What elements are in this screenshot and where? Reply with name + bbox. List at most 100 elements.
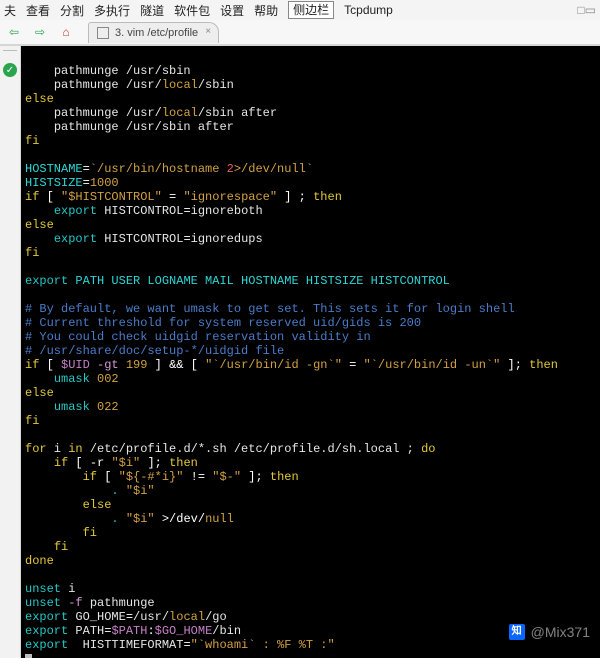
code-seg: 022 [90, 400, 119, 414]
code-seg: ignoreboth [191, 204, 263, 218]
app-menubar: 夫 查看 分割 多执行 隧道 软件包 设置 帮助 侧边栏 Tcpdump □▭ [0, 0, 600, 20]
code-seg: /usr/ [133, 610, 169, 624]
code-line: else [25, 92, 54, 106]
code-seg: "`/usr/bin/id -un`" [364, 358, 501, 372]
code-seg: [ [39, 358, 61, 372]
code-comment: # By default, we want umask to get set. … [25, 302, 515, 316]
menu-item[interactable]: 多执行 [94, 2, 130, 19]
code-line: export [25, 610, 68, 624]
menu-item[interactable]: 夫 [4, 2, 16, 19]
code-line: if [83, 470, 97, 484]
code-seg: `/usr/bin/hostname [90, 162, 227, 176]
code-seg: [ [97, 470, 119, 484]
code-seg: local [169, 610, 205, 624]
code-seg: /sbin after [198, 106, 277, 120]
code-seg: "$i" [126, 512, 155, 526]
code-seg: [ [39, 190, 61, 204]
code-seg: ] ; [277, 190, 313, 204]
code-seg: = [162, 190, 184, 204]
code-seg: -f [61, 596, 83, 610]
code-seg: 1000 [90, 176, 119, 190]
code-line: fi [25, 246, 39, 260]
code-seg: : [147, 624, 154, 638]
code-seg: [ [183, 358, 205, 372]
code-line: pathmunge /usr/sbin [54, 64, 191, 78]
code-seg: "$i" [111, 456, 140, 470]
close-icon[interactable]: × [202, 26, 214, 38]
restore-icon[interactable]: □▭ [577, 3, 596, 17]
code-seg: $UID [61, 358, 90, 372]
menu-item[interactable]: 查看 [26, 2, 50, 19]
zhihu-logo-icon: 知 [509, 624, 525, 640]
code-seg: ] [147, 358, 169, 372]
tab-vim-profile[interactable]: 3. vim /etc/profile × [88, 22, 219, 43]
code-line: pathmunge /usr/ [54, 106, 162, 120]
status-ok-icon: ✓ [3, 63, 17, 77]
code-line: export [54, 232, 97, 246]
code-seg: $GO_HOME [155, 624, 213, 638]
code-line: else [25, 386, 54, 400]
home-icon[interactable]: ⌂ [56, 22, 76, 42]
code-comment: # You could check uidgid reservation val… [25, 330, 371, 344]
watermark-text: @Mix371 [531, 625, 590, 639]
code-seg: >/dev/null` [234, 162, 313, 176]
code-seg: -gt [90, 358, 126, 372]
code-line: . [111, 512, 125, 526]
terminal-editor[interactable]: pathmunge /usr/sbin pathmunge /usr/local… [21, 46, 600, 658]
menu-item-sidebar[interactable]: 侧边栏 [288, 1, 334, 19]
code-seg: i [47, 442, 69, 456]
code-seg: local [162, 78, 198, 92]
menu-item[interactable]: 软件包 [174, 2, 210, 19]
code-line: umask [54, 372, 90, 386]
code-line: if [54, 456, 68, 470]
code-seg: ]; [241, 470, 270, 484]
menu-item[interactable]: 分割 [60, 2, 84, 19]
code-seg: = [83, 162, 90, 176]
code-seg: PATH [68, 624, 104, 638]
code-line: else [25, 218, 54, 232]
code-line: fi [25, 134, 39, 148]
code-seg: then [529, 358, 558, 372]
code-seg: = [183, 204, 190, 218]
sidebar-sep-icon [3, 50, 17, 57]
code-line: HOSTNAME [25, 162, 83, 176]
code-seg: then [270, 470, 299, 484]
code-line: export [25, 624, 68, 638]
code-seg: "`whoami` : %F %T :" [191, 638, 335, 652]
menu-item[interactable]: 帮助 [254, 2, 278, 19]
code-seg: then [313, 190, 342, 204]
code-seg: ]; [140, 456, 169, 470]
code-line: export [25, 274, 68, 288]
code-line: pathmunge /usr/sbin after [54, 120, 234, 134]
code-seg: HISTCONTROL [97, 232, 183, 246]
code-line: unset [25, 582, 61, 596]
menu-item[interactable]: 设置 [220, 2, 244, 19]
code-seg: local [162, 106, 198, 120]
code-seg: /sbin [198, 78, 234, 92]
code-seg: HISTTIMEFORMAT [68, 638, 183, 652]
code-seg: PATH USER LOGNAME MAIL HOSTNAME HISTSIZE… [68, 274, 450, 288]
code-seg: = [342, 358, 364, 372]
menu-item[interactable]: Tcpdump [344, 3, 393, 17]
code-seg: "$-" [212, 470, 241, 484]
cursor-icon [25, 654, 32, 658]
code-seg: 2 [227, 162, 234, 176]
code-line: export [54, 204, 97, 218]
code-line: fi [25, 414, 39, 428]
code-seg: [ -r [68, 456, 111, 470]
tab-icon [97, 27, 109, 39]
code-line: export [25, 638, 68, 652]
code-comment: # Current threshold for system reserved … [25, 316, 421, 330]
code-seg: "$i" [126, 484, 155, 498]
code-seg: HISTCONTROL [97, 204, 183, 218]
forward-arrow-icon[interactable]: ⇨ [30, 22, 50, 42]
code-line: for [25, 442, 47, 456]
back-arrow-icon[interactable]: ⇦ [4, 22, 24, 42]
code-line: fi [54, 540, 68, 554]
code-line: if [25, 358, 39, 372]
code-seg: GO_HOME [68, 610, 126, 624]
code-seg: = [183, 232, 190, 246]
menu-item[interactable]: 隧道 [140, 2, 164, 19]
code-seg: 199 [126, 358, 148, 372]
code-seg: /bin [212, 624, 241, 638]
